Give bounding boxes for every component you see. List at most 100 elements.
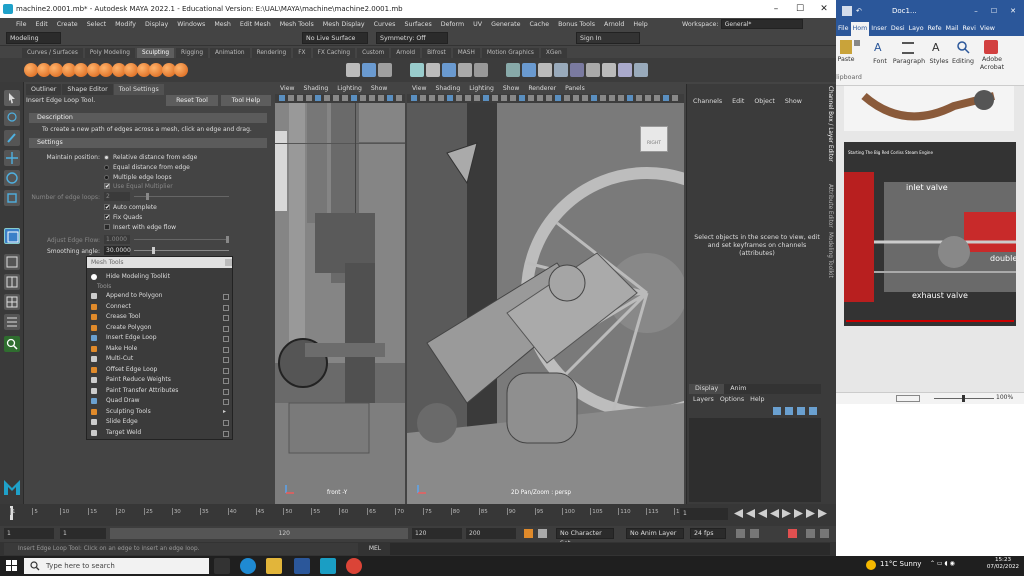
shelf-tool-icon[interactable] [458,63,472,77]
shelf-tab-custom[interactable]: Custom [357,48,390,58]
layer-menu-help[interactable]: Help [750,396,764,403]
video-progress[interactable] [846,320,1014,322]
shelf-tool-icon[interactable] [618,63,632,77]
loop-icon[interactable] [736,529,745,538]
move-layer-down-icon[interactable] [809,407,817,415]
shelf-tab-poly-modeling[interactable]: Poly Modeling [84,48,135,58]
weather-text[interactable]: 11°C Sunny [880,560,921,568]
new-layer-icon[interactable] [773,407,781,415]
shelf-tool-icon[interactable] [426,63,440,77]
menu-mesh[interactable]: Mesh [214,21,231,28]
menu-surfaces[interactable]: Surfaces [404,21,431,28]
viewport-tool-icon[interactable] [429,95,435,101]
viewport-tool-icon[interactable] [600,95,606,101]
prev-key-icon[interactable] [746,509,755,518]
vp-menu-shading[interactable]: Shading [435,84,460,94]
lasso-tool-icon[interactable] [4,110,20,126]
word-maximize-icon[interactable]: ☐ [986,0,1002,22]
viewport-tool-icon[interactable] [537,95,543,101]
layer-menu-layers[interactable]: Layers [693,396,714,403]
shelf-tab-rendering[interactable]: Rendering [251,48,292,58]
weather-icon[interactable] [866,560,876,570]
radio-button[interactable] [104,155,109,160]
viewport-tool-icon[interactable] [288,95,294,101]
shelf-tool-icon[interactable] [346,63,360,77]
menu-generate[interactable]: Generate [491,21,520,28]
viewport-tool-icon[interactable] [315,95,321,101]
menu-cache[interactable]: Cache [529,21,549,28]
viewport-front[interactable]: View Shading Lighting Show front -Y [275,84,405,504]
menu-arnold[interactable]: Arnold [604,21,624,28]
viewport-tool-icon[interactable] [627,95,633,101]
viewport-tool-icon[interactable] [555,95,561,101]
menu-item-paint-transfer-attributes[interactable]: Paint Transfer Attributes [87,386,232,397]
viewport-tool-icon[interactable] [306,95,312,101]
word-tab-desi[interactable]: Desi [889,22,907,36]
range-start2-field[interactable]: 1 [60,528,106,539]
menu-item-quad-draw[interactable]: Quad Draw [87,396,232,407]
viewport-tool-icon[interactable] [645,95,651,101]
smoothing-angle-slider-handle[interactable] [152,247,155,254]
vp-menu-panels[interactable]: Panels [565,84,585,94]
scale-tool-icon[interactable] [4,190,20,206]
two-panel-icon[interactable] [4,274,20,290]
adobe-acrobat-label[interactable]: Adobe Acrobat [974,56,1010,72]
reset-tool-button[interactable]: Reset Tool [166,95,218,106]
viewport-tool-icon[interactable] [636,95,642,101]
menu-bonus-tools[interactable]: Bonus Tools [558,21,595,28]
record-icon[interactable] [788,529,797,538]
side-tab-attribute-editor[interactable]: Attribute Editor [827,184,833,228]
undo-icon[interactable]: ↶ [856,0,862,22]
shelf-tab-mash[interactable]: MASH [452,48,480,58]
sculpt-brush-icon[interactable] [49,63,63,77]
single-view-icon[interactable] [4,228,20,244]
shelf-tab-arnold[interactable]: Arnold [391,48,421,58]
viewport-tool-icon[interactable] [378,95,384,101]
panel-tab-outliner[interactable]: Outliner [26,84,62,95]
viewport-tool-icon[interactable] [609,95,615,101]
sign-in-button[interactable]: Sign In [576,32,640,44]
shelf-tool-icon[interactable] [506,63,520,77]
anim-layer-dropdown[interactable]: No Anim Layer [626,528,684,539]
paste-icon[interactable] [840,40,852,54]
editing-search-icon[interactable] [956,40,970,54]
cut-icon[interactable] [854,40,860,46]
tool-help-button[interactable]: Tool Help [221,95,271,106]
sculpt-brush-icon[interactable] [24,63,38,77]
shelf-tool-icon[interactable] [586,63,600,77]
layer-tab-anim[interactable]: Anim [724,384,753,394]
panel-tab-tool-settings[interactable]: Tool Settings [113,84,164,95]
layer-tab-display[interactable]: Display [689,384,725,394]
adjust-flow-slider-handle[interactable] [226,236,229,243]
shelf-tool-icon[interactable] [602,63,616,77]
workspace-dropdown[interactable]: General* [720,19,803,29]
viewport-tool-icon[interactable] [519,95,525,101]
live-surface-dropdown[interactable]: No Live Surface [302,32,368,44]
step-back-icon[interactable] [758,509,767,518]
shelf-tab-fx-caching[interactable]: FX Caching [312,48,356,58]
shelf-tool-icon[interactable] [474,63,488,77]
taskbar-search[interactable]: Type here to search [24,558,209,574]
viewport-tool-icon[interactable] [438,95,444,101]
option-box-icon[interactable] [223,336,229,342]
adjust-flow-slider[interactable] [134,239,229,240]
viewport-tool-icon[interactable] [654,95,660,101]
play-forward-icon[interactable] [782,509,791,518]
read-mode-icon[interactable] [896,395,920,402]
play-back-icon[interactable] [770,509,779,518]
mel-input[interactable] [390,543,830,555]
word-document-area[interactable]: Starting The Big Red Corliss Steam Engin… [836,86,1024,392]
option-box-icon[interactable] [223,304,229,311]
select-tool-icon[interactable] [4,90,20,106]
option-box-icon[interactable] [223,346,229,353]
shelf-tool-icon[interactable] [410,63,424,77]
shelf-tool-icon[interactable] [522,63,536,77]
rotate-tool-icon[interactable] [4,170,20,186]
viewport-tool-icon[interactable] [573,95,579,101]
side-tab-modeling-toolkit[interactable]: Modeling Toolkit [827,232,833,278]
viewport-persp[interactable]: View Shading Lighting Show Renderer Panels RI… [407,84,684,504]
viewport-tool-icon[interactable] [297,95,303,101]
menu-select[interactable]: Select [87,21,106,28]
word-tab-hom[interactable]: Hom [850,22,870,36]
auto-key-icon[interactable] [524,529,533,538]
